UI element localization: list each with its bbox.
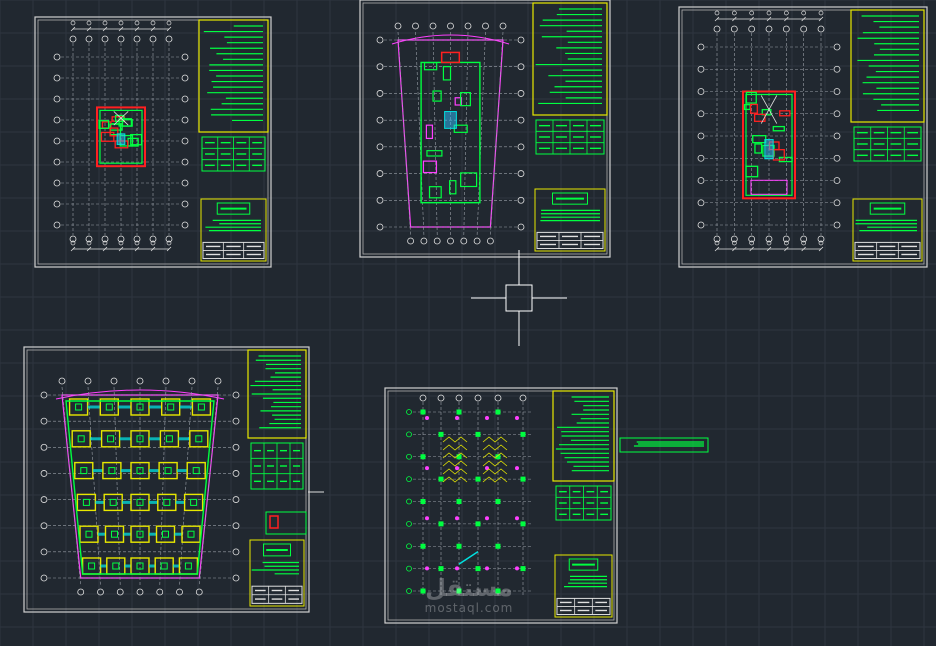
sheet-ground-plan[interactable] xyxy=(359,0,611,258)
sheet-frame xyxy=(678,6,928,268)
drawing-canvas[interactable] xyxy=(0,0,936,646)
sheet-floor-plan-1[interactable] xyxy=(34,16,272,268)
sheet-foundation-plan[interactable] xyxy=(23,346,310,613)
loose-note-block xyxy=(619,437,709,453)
sheet-column-layout[interactable] xyxy=(384,387,618,624)
sheet-floor-plan-2[interactable] xyxy=(678,6,928,268)
sheet-frame xyxy=(23,346,310,613)
